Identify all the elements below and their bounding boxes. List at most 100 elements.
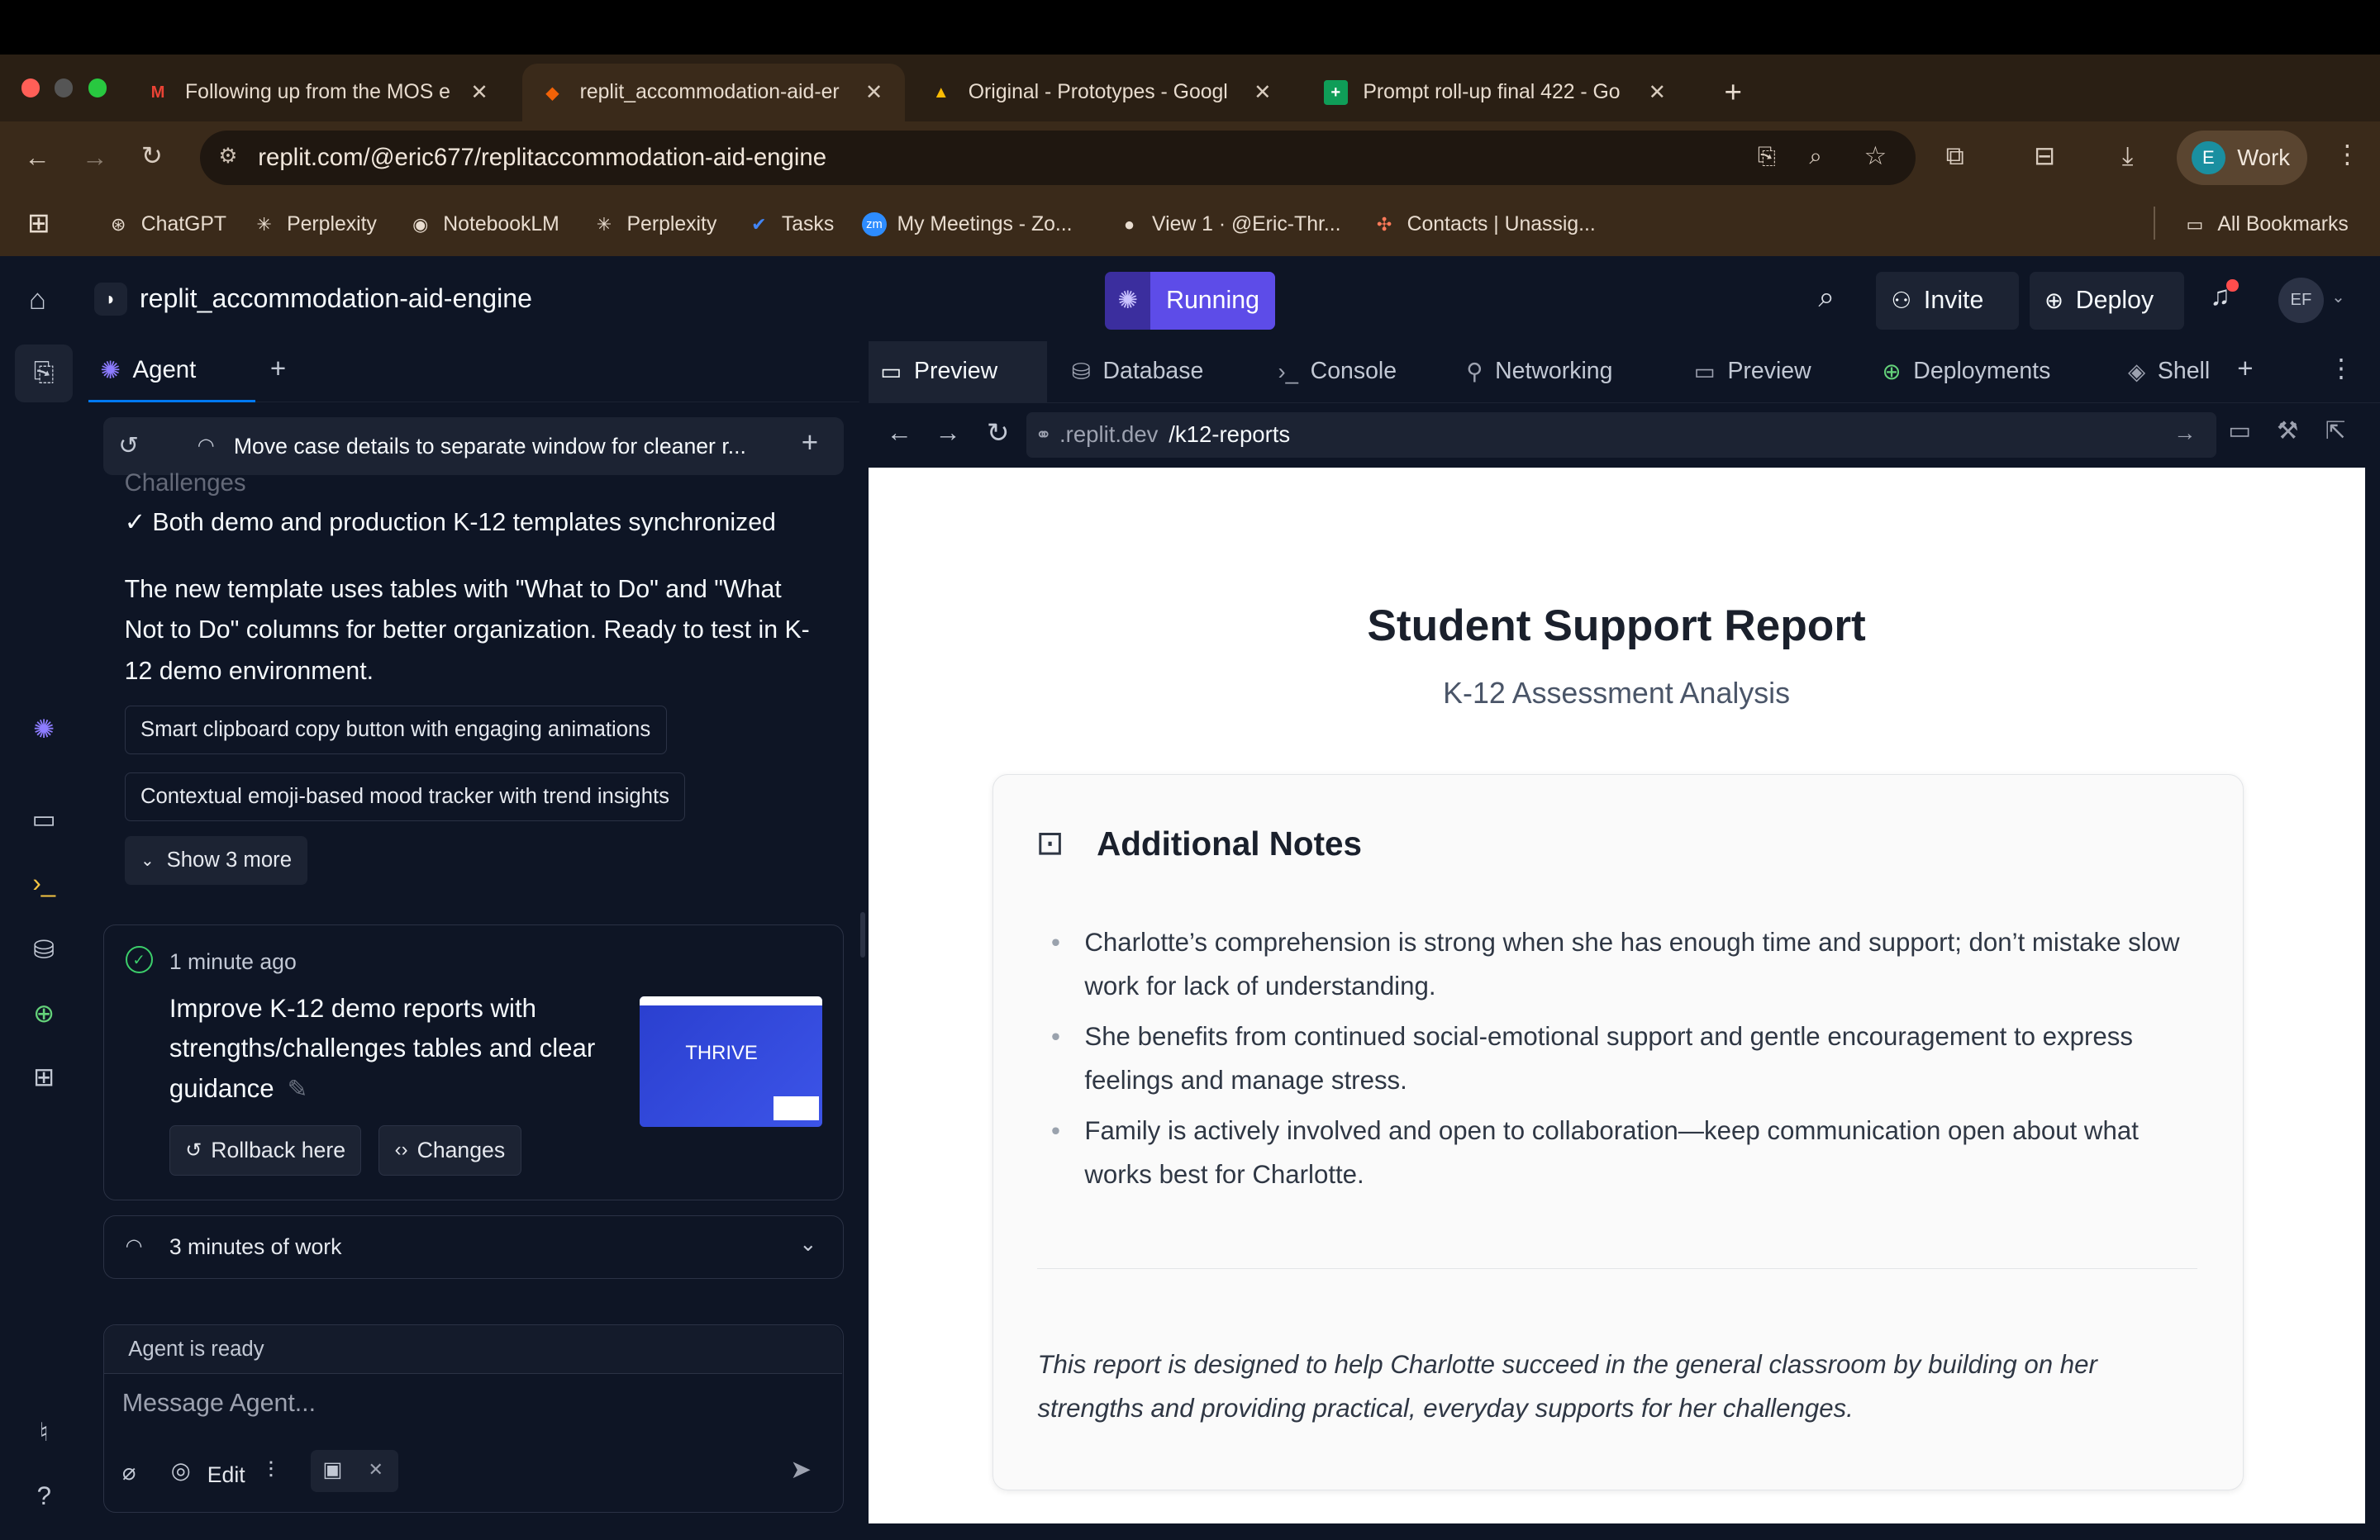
add-tab-button[interactable]: +	[2237, 354, 2253, 385]
changes-label: Changes	[416, 1137, 506, 1162]
browser-tab-sheets[interactable]: + Prompt roll-up final 422 - Go ✕	[1306, 64, 1692, 121]
avatar[interactable]: EF	[2278, 278, 2324, 324]
reload-icon[interactable]: ↻	[987, 416, 1010, 449]
closing-note: This report is designed to help Charlott…	[1037, 1349, 2097, 1423]
bookmark-perplexity[interactable]: ✳ Perplexity	[252, 212, 377, 236]
bookmark-chatgpt[interactable]: ⊛ ChatGPT	[107, 212, 226, 236]
agent-rail-icon[interactable]: ✺	[27, 713, 60, 746]
edit-button[interactable]: Edit	[207, 1462, 245, 1488]
browser-tab-drive[interactable]: ▲ Original - Prototypes - Googl ✕	[911, 64, 1299, 121]
rollback-button[interactable]: ↺ Rollback here	[169, 1124, 362, 1176]
maximize-window-button[interactable]	[88, 78, 107, 97]
deployments-rail-icon[interactable]: ⊕	[27, 997, 60, 1030]
back-icon[interactable]: ←	[24, 143, 50, 173]
checkpoint-thumbnail[interactable]: THRIVE	[640, 996, 822, 1127]
minimize-window-button[interactable]	[55, 78, 74, 97]
home-icon[interactable]: ⌂	[29, 283, 46, 316]
message-input[interactable]: Message Agent...	[122, 1390, 316, 1418]
file-tree-icon[interactable]: ⎘	[27, 357, 60, 390]
pencil-icon[interactable]: ✎	[288, 1076, 308, 1103]
bookmark-notebooklm[interactable]: ◉ NotebookLM	[408, 212, 559, 236]
new-tab-button[interactable]: +	[1706, 64, 1760, 121]
apps-grid-icon[interactable]: ⊞	[27, 207, 50, 240]
forward-icon[interactable]: →	[82, 143, 107, 173]
browser-menu-icon[interactable]: ⋮	[2335, 140, 2360, 169]
tab-preview[interactable]: ▭ Preview	[868, 341, 1048, 402]
notebooklm-icon: ◉	[412, 213, 429, 235]
search-icon[interactable]: ⌕	[1818, 281, 1835, 314]
bookmark-contacts[interactable]: ✣ Contacts | Unassig...	[1372, 212, 1596, 236]
open-new-window-icon[interactable]: ⇱	[2325, 416, 2346, 445]
devtools-icon[interactable]: ⚒	[2277, 416, 2298, 445]
tab-console[interactable]: ›_ Console	[1278, 341, 1397, 402]
reload-icon[interactable]: ↻	[141, 141, 163, 171]
settings-sliders-icon[interactable]: ⫶	[268, 1457, 274, 1485]
bookmark-meetings[interactable]: zm My Meetings - Zo...	[862, 212, 1073, 237]
devices-icon[interactable]: ▭	[2228, 416, 2251, 445]
changes-button[interactable]: ‹› Changes	[378, 1124, 521, 1176]
console-rail-icon[interactable]: ›_	[27, 867, 60, 900]
add-tab-button[interactable]: +	[270, 354, 286, 385]
send-icon[interactable]: ➤	[790, 1455, 812, 1485]
browser-tab-replit[interactable]: ◆ replit_accommodation-aid-er ✕	[521, 64, 905, 121]
history-icon[interactable]: ↺	[118, 431, 139, 460]
zoom-app-icon: zm	[862, 212, 887, 237]
close-tab-icon[interactable]: ✕	[865, 80, 883, 105]
chevron-down-icon[interactable]: ⌄	[2331, 287, 2345, 307]
bookmark-tasks[interactable]: ✔ Tasks	[747, 212, 834, 236]
all-tools-icon[interactable]: ⊞	[27, 1061, 60, 1094]
new-thread-button[interactable]: +	[802, 426, 818, 459]
project-icon[interactable]: ◗	[93, 282, 128, 316]
back-icon[interactable]: ←	[887, 418, 912, 448]
download-icon[interactable]: ⤓	[2122, 141, 2134, 172]
deploy-button[interactable]: ⊕ Deploy	[2029, 271, 2184, 330]
show-more-button[interactable]: ⌄ Show 3 more	[124, 835, 308, 885]
database-rail-icon[interactable]: ⛁	[27, 934, 60, 967]
all-bookmarks[interactable]: ▭ All Bookmarks	[2182, 212, 2348, 236]
profile-button[interactable]: E Work	[2176, 130, 2307, 186]
extensions-icon[interactable]: ⧉	[1946, 141, 1964, 172]
tab-database[interactable]: ⛁ Database	[1072, 341, 1204, 402]
run-button[interactable]: ✺ Running	[1105, 271, 1275, 330]
tab-networking[interactable]: ⚲ Networking	[1466, 341, 1612, 402]
tab-preview-2[interactable]: ▭ Preview	[1694, 341, 1811, 402]
resize-handle[interactable]	[860, 911, 865, 958]
alerts-icon[interactable]: ♮	[27, 1416, 60, 1449]
networking-icon: ⚲	[1466, 358, 1483, 384]
go-icon[interactable]: →	[2173, 420, 2197, 446]
close-tab-icon[interactable]: ✕	[470, 80, 488, 105]
thread-title[interactable]: Move case details to separate window for…	[234, 434, 765, 459]
suggestion-chip[interactable]: Contextual emoji-based mood tracker with…	[124, 772, 686, 821]
close-icon[interactable]: ✕	[368, 1459, 383, 1481]
address-bar[interactable]: ⚙ replit.com/@eric677/replitaccommodatio…	[200, 130, 1916, 186]
install-app-icon[interactable]: ⎘	[1758, 143, 1776, 170]
work-summary[interactable]: ◠ 3 minutes of work ⌄	[102, 1215, 845, 1280]
preview-url-bar[interactable]: ⚭ .replit.dev /k12-reports →	[1026, 411, 2216, 458]
tab-deployments[interactable]: ⊕ Deployments	[1882, 341, 2050, 402]
close-tab-icon[interactable]: ✕	[1649, 80, 1667, 105]
close-tab-icon[interactable]: ✕	[1254, 80, 1272, 105]
tab-search-icon[interactable]: ⊟	[2034, 141, 2055, 171]
browser-tab-gmail[interactable]: M Following up from the MOS e ✕	[127, 64, 513, 121]
forward-icon[interactable]: →	[935, 418, 960, 448]
bookmark-perplexity-2[interactable]: ✳ Perplexity	[592, 212, 717, 236]
suggestion-chip[interactable]: Smart clipboard copy button with engagin…	[124, 706, 667, 754]
bookmark-star-icon[interactable]: ☆	[1864, 141, 1887, 171]
tab-shell[interactable]: ◈ Shell	[2128, 341, 2210, 402]
tab-agent[interactable]: ✺ Agent	[88, 341, 255, 402]
more-options-icon[interactable]: ⋮	[2328, 354, 2354, 383]
preview-rail-icon[interactable]: ▭	[27, 803, 60, 836]
agent-icon: ✺	[100, 356, 121, 384]
close-window-button[interactable]	[21, 78, 40, 97]
chatgpt-icon: ⊛	[111, 213, 126, 235]
help-icon[interactable]: ?	[27, 1480, 60, 1513]
attach-icon[interactable]: ⌀	[122, 1459, 136, 1485]
perplexity-icon: ✳	[596, 213, 612, 235]
bookmark-github[interactable]: ● View 1 · @Eric-Thr...	[1117, 212, 1341, 236]
cpu-chip-toggle[interactable]: ▣ ✕	[310, 1450, 399, 1493]
edit-target-icon[interactable]: ◎	[171, 1457, 191, 1484]
zoom-icon[interactable]: ⌕	[1809, 143, 1821, 170]
site-settings-icon[interactable]: ⚙	[218, 144, 237, 169]
project-name[interactable]: replit_accommodation-aid-engine	[140, 283, 532, 314]
invite-button[interactable]: ⚇ Invite	[1876, 271, 2019, 330]
